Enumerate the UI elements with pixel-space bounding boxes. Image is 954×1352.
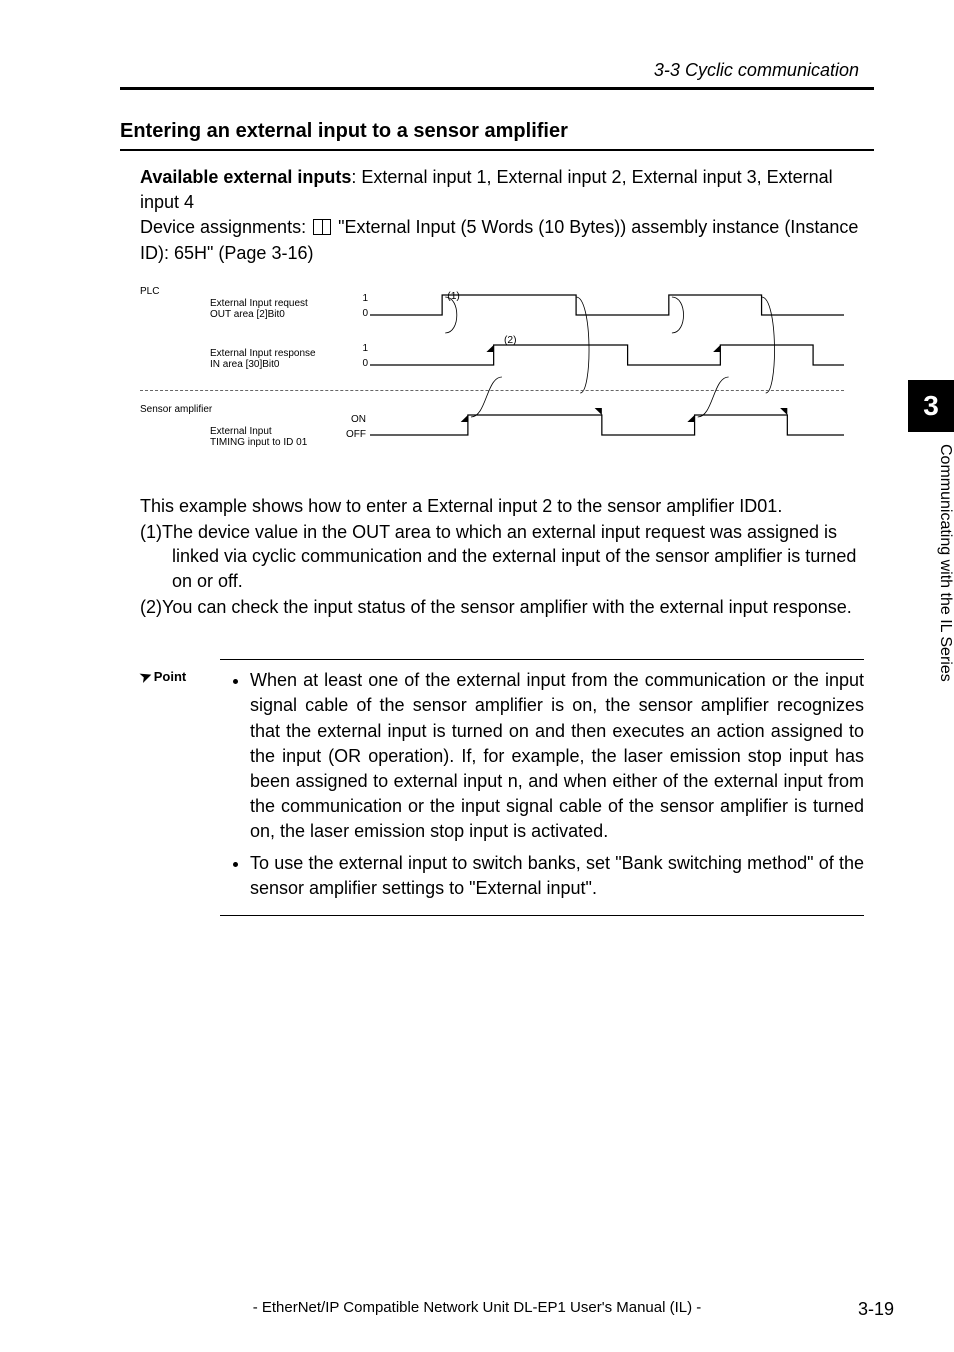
point-bullet-1: When at least one of the external input … — [250, 668, 864, 844]
explain-p2: (2)You can check the input status of the… — [140, 595, 864, 619]
explain-p1: (1)The device value in the OUT area to w… — [140, 520, 864, 593]
device-assign-pre: Device assignments: — [140, 217, 311, 237]
sig3-on: ON — [338, 414, 366, 425]
chapter-side-label: Communicating with the IL Series — [908, 444, 954, 682]
ann-1: (1) — [447, 291, 460, 302]
footer-text: - EtherNet/IP Compatible Network Unit DL… — [120, 1299, 834, 1320]
breadcrumb: 3-3 Cyclic communication — [120, 60, 874, 81]
sig1-name: External Input request — [210, 298, 308, 309]
point-label: ➤Point — [140, 668, 210, 907]
sig1-lo: 0 — [358, 308, 368, 319]
sig2-name: External Input response — [210, 348, 316, 359]
book-icon — [313, 219, 331, 235]
sig3-off: OFF — [338, 429, 366, 440]
available-inputs-label: Available external inputs — [140, 167, 351, 187]
sig2-hi: 1 — [358, 343, 368, 354]
plc-label: PLC — [140, 286, 159, 297]
sig3-name: External Input — [210, 426, 307, 437]
wave-3 — [370, 411, 844, 439]
sensor-amp-label: Sensor amplifier — [140, 404, 212, 415]
ann-2: (2) — [504, 335, 517, 346]
point-box: ➤Point When at least one of the external… — [140, 659, 874, 916]
cursor-icon: ➤ — [137, 667, 154, 687]
wave-1: (1) — [370, 291, 844, 319]
timing-diagram: PLC External Input request OUT area [2]B… — [140, 286, 874, 476]
sig3-sub: TIMING input to ID 01 — [210, 437, 307, 448]
point-bullet-2: To use the external input to switch bank… — [250, 851, 864, 901]
explain-intro: This example shows how to enter a Extern… — [140, 494, 864, 518]
wave-2: (2) — [370, 341, 844, 369]
chapter-tab: 3 — [908, 380, 954, 432]
dashed-divider — [140, 390, 844, 391]
page-number: 3-19 — [834, 1299, 894, 1320]
sig1-area: OUT area [2]Bit0 — [210, 309, 308, 320]
intro-text: Available external inputs: External inpu… — [120, 165, 874, 266]
sig1-hi: 1 — [358, 293, 368, 304]
sig2-area: IN area [30]Bit0 — [210, 359, 316, 370]
header-rule — [120, 87, 874, 90]
heading-rule — [120, 149, 874, 151]
sig2-lo: 0 — [358, 358, 368, 369]
section-heading: Entering an external input to a sensor a… — [120, 120, 874, 143]
explanation: This example shows how to enter a Extern… — [120, 494, 874, 619]
